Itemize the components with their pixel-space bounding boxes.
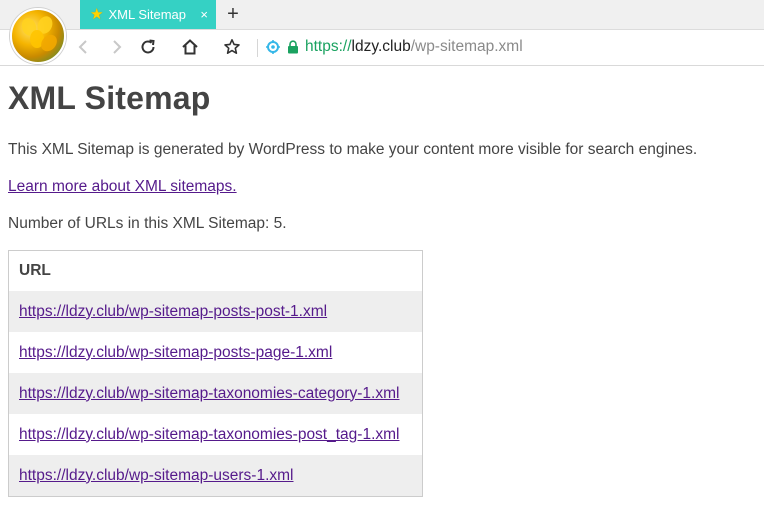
table-cell: https://ldzy.club/wp-sitemap-taxonomies-… <box>8 373 423 414</box>
sitemap-link[interactable]: https://ldzy.club/wp-sitemap-posts-post-… <box>19 303 327 320</box>
address-bar[interactable]: https://ldzy.club/wp-sitemap.xml <box>265 34 755 60</box>
sitemap-link[interactable]: https://ldzy.club/wp-sitemap-taxonomies-… <box>19 426 399 443</box>
tab-close-icon[interactable]: × <box>200 7 208 22</box>
home-icon <box>182 39 198 55</box>
table-header-row: URL <box>9 251 423 292</box>
forward-arrow-icon <box>113 40 122 54</box>
table-cell: https://ldzy.club/wp-sitemap-posts-post-… <box>8 291 423 332</box>
table-row: https://ldzy.club/wp-sitemap-users-1.xml <box>8 455 423 497</box>
browser-chrome: ★ XML Sitemap × + https://ldzy.club/wp-s… <box>0 0 764 66</box>
reload-button[interactable] <box>136 35 160 59</box>
back-button[interactable] <box>72 35 96 59</box>
bookmark-star-icon <box>224 39 240 54</box>
bookmark-button[interactable] <box>220 35 244 59</box>
tab-title: XML Sitemap <box>108 7 187 22</box>
page-title: XML Sitemap <box>8 80 211 116</box>
reload-icon <box>141 39 155 54</box>
site-info-icon[interactable] <box>265 39 281 55</box>
sitemap-link[interactable]: https://ldzy.club/wp-sitemap-taxonomies-… <box>19 385 399 402</box>
url-column-header: URL <box>19 262 51 279</box>
url-table: URL https://ldzy.club/wp-sitemap-posts-p… <box>8 250 423 497</box>
table-row: https://ldzy.club/wp-sitemap-posts-post-… <box>8 291 423 332</box>
user-avatar[interactable] <box>10 8 66 64</box>
url-count: Number of URLs in this XML Sitemap: 5. <box>8 215 287 232</box>
sitemap-link[interactable]: https://ldzy.club/wp-sitemap-users-1.xml <box>19 467 294 484</box>
toolbar-divider <box>257 39 258 57</box>
table-row: https://ldzy.club/wp-sitemap-taxonomies-… <box>8 373 423 414</box>
forward-button[interactable] <box>104 35 128 59</box>
table-cell: https://ldzy.club/wp-sitemap-taxonomies-… <box>9 414 423 455</box>
table-row: https://ldzy.club/wp-sitemap-taxonomies-… <box>9 414 423 455</box>
url-scheme: https:// <box>305 38 352 55</box>
learn-more-link[interactable]: Learn more about XML sitemaps. <box>8 178 237 196</box>
table-cell: https://ldzy.club/wp-sitemap-users-1.xml <box>8 455 423 497</box>
home-button[interactable] <box>178 35 202 59</box>
sitemap-link[interactable]: https://ldzy.club/wp-sitemap-posts-page-… <box>19 344 332 361</box>
url-path: /wp-sitemap.xml <box>410 38 523 55</box>
sitemap-description: This XML Sitemap is generated by WordPre… <box>8 141 698 158</box>
table-row: https://ldzy.club/wp-sitemap-posts-page-… <box>9 332 423 373</box>
star-icon: ★ <box>90 6 104 23</box>
tab-xml-sitemap[interactable]: ★ XML Sitemap × <box>80 0 216 29</box>
new-tab-button[interactable]: + <box>224 2 242 26</box>
lock-icon <box>288 40 298 54</box>
table-cell: https://ldzy.club/wp-sitemap-posts-page-… <box>9 332 423 373</box>
url-text: https://ldzy.club/wp-sitemap.xml <box>305 38 523 56</box>
page-content: XML Sitemap This XML Sitemap is generate… <box>8 65 756 497</box>
back-arrow-icon <box>78 40 87 54</box>
url-host: ldzy.club <box>351 38 411 55</box>
toolbar: https://ldzy.club/wp-sitemap.xml <box>0 30 764 64</box>
